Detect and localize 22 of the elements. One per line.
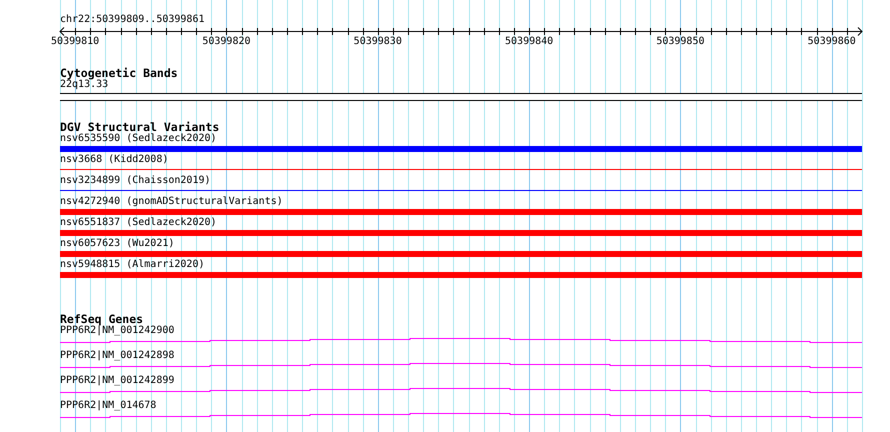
location-label: chr22:50399809..50399861 — [60, 13, 204, 26]
feature-label: nsv3668 (Kidd2008) — [60, 154, 168, 166]
track-title: Cytogenetic Bands — [60, 67, 178, 79]
feature-label: nsv3234899 (Chaisson2019) — [60, 175, 211, 187]
feature-label: nsv6535590 (Sedlazeck2020) — [60, 133, 217, 145]
feature-label: PPP6R2|NM_001242898 — [60, 350, 174, 362]
feature-label: PPP6R2|NM_014678 — [60, 400, 156, 412]
feature-label: PPP6R2|NM_001242899 — [60, 375, 174, 387]
feature-label: nsv4272940 (gnomADStructuralVariants) — [60, 196, 283, 208]
scale-label: 50399810 — [51, 36, 100, 48]
scale-label: 50399850 — [656, 36, 704, 48]
feature-label: PPP6R2|NM_001242900 — [60, 325, 174, 337]
feature-label: 22q13.33 — [60, 79, 108, 91]
scale-label: 50399860 — [808, 36, 856, 48]
feature-label: nsv5948815 (Almarri2020) — [60, 259, 204, 271]
scale-label: 50399820 — [202, 36, 251, 48]
scale-label: 50399840 — [505, 36, 554, 48]
track-title: RefSeq Genes — [60, 313, 144, 325]
feature-label: nsv6551837 (Sedlazeck2020) — [60, 217, 217, 229]
track-title: DGV Structural Variants — [60, 121, 220, 133]
feature-label: nsv6057623 (Wu2021) — [60, 238, 174, 250]
scale-label: 50399830 — [354, 36, 402, 48]
